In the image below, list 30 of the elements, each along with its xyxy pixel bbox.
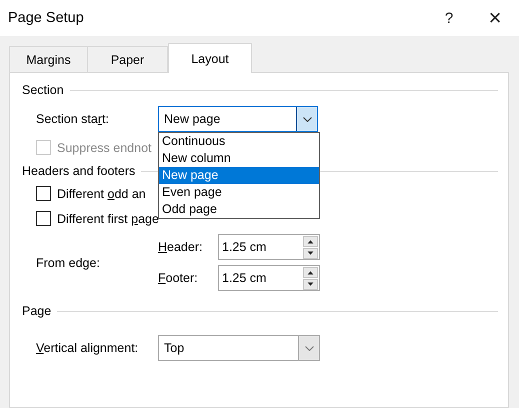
field-label: From edge: [36, 256, 101, 270]
group-heading: Headers and footers [22, 164, 136, 178]
tab[interactable]: Margins [9, 46, 88, 72]
chevron-down-icon [304, 346, 314, 350]
group-heading: Page [22, 304, 52, 318]
checkbox[interactable] [36, 186, 51, 201]
checkbox[interactable] [36, 211, 51, 226]
field-label: Header: [158, 240, 204, 254]
field-label: Footer: [158, 271, 199, 285]
checkbox-label: Different first page [57, 212, 159, 226]
spin-field[interactable]: 1.25 cm [218, 265, 320, 291]
dropdown-option[interactable]: New column [159, 150, 319, 167]
tab[interactable]: Paper [88, 46, 168, 72]
spin-field[interactable]: 1.25 cm [218, 234, 320, 260]
field-label: Section start: [36, 112, 110, 126]
window-title: Page Setup [8, 10, 85, 26]
checkbox-label: Different odd an [57, 186, 146, 200]
dropdown-option[interactable]: New page [159, 167, 319, 184]
vertical-alignment-dropdown[interactable]: Top [158, 335, 320, 361]
dropdown-option[interactable]: Odd page [159, 201, 319, 218]
dropdown-option[interactable]: Continuous [159, 133, 319, 150]
field-label: Vertical alignment: [36, 341, 140, 355]
group-heading: Section [22, 83, 64, 97]
help-button[interactable]: ? [426, 0, 472, 36]
dropdown-option[interactable]: Even page [159, 184, 319, 201]
tab[interactable]: Layout [168, 43, 252, 73]
chevron-down-icon [302, 116, 312, 122]
checkbox-label: Suppress endnot [57, 140, 152, 154]
close-button[interactable]: × [472, 0, 518, 36]
section-start-dropdown[interactable]: New page [158, 106, 318, 132]
